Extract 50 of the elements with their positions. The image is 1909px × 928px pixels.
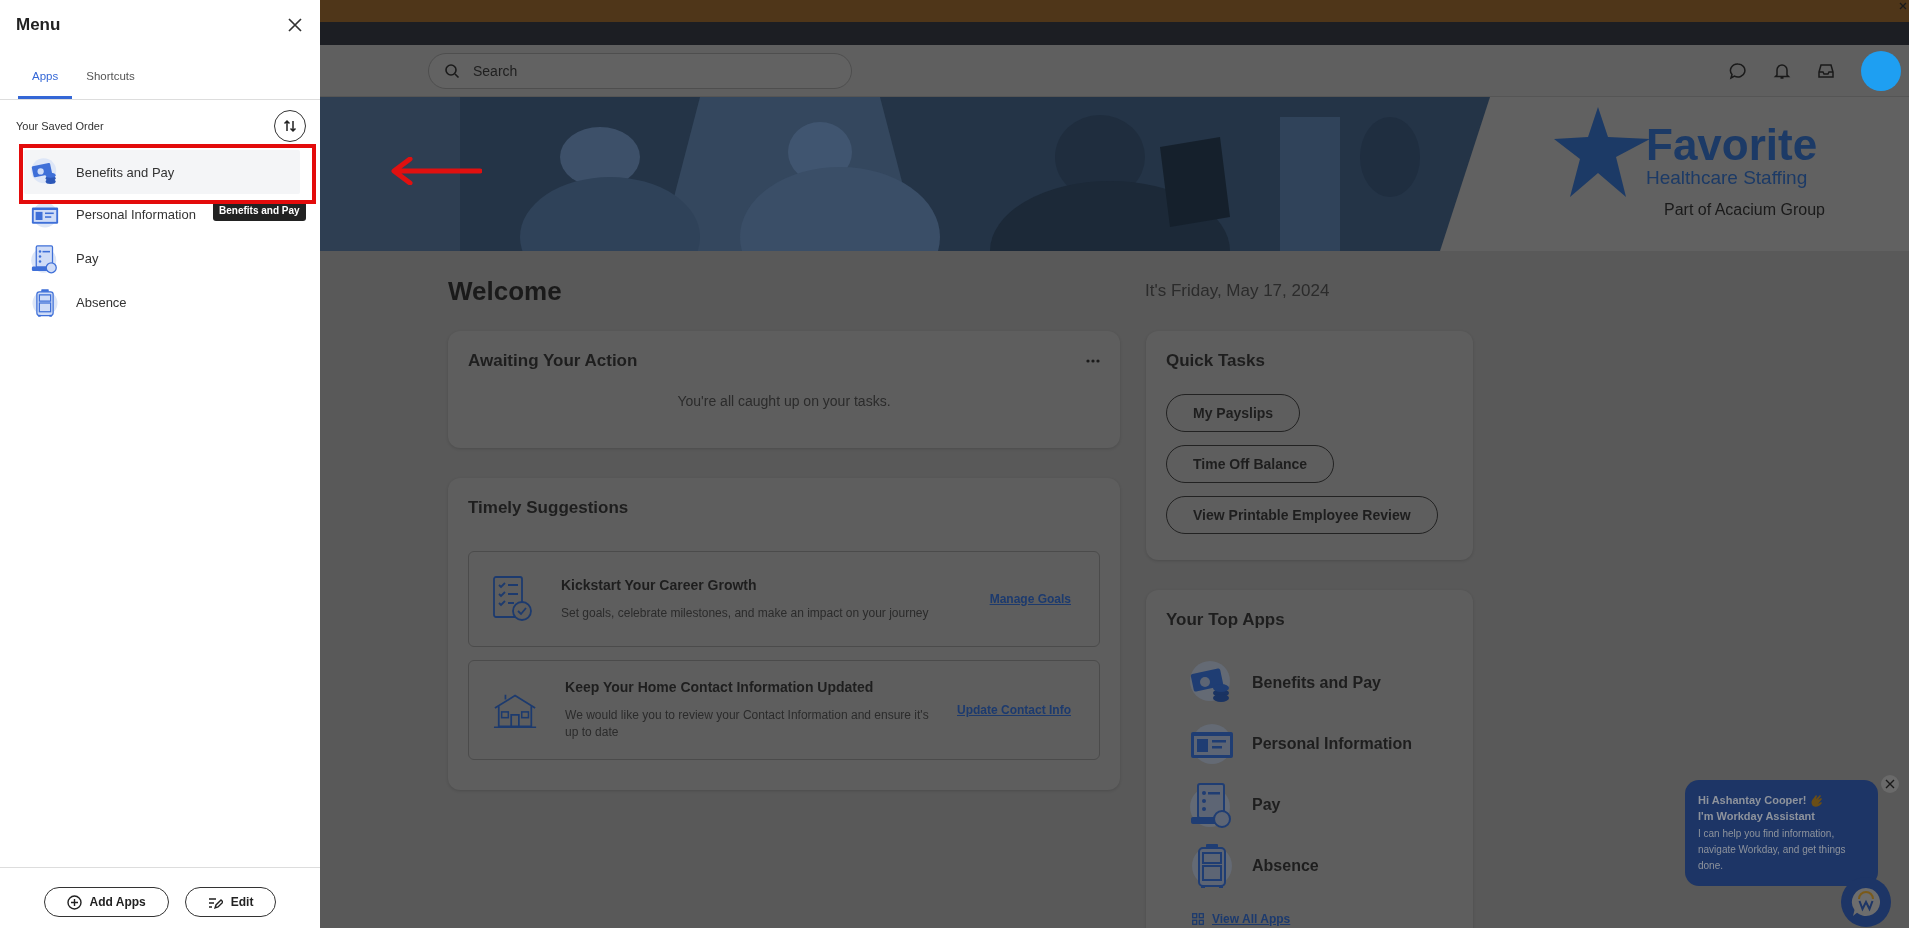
receipt-coin-icon [30, 243, 60, 274]
sort-button[interactable] [274, 110, 306, 142]
close-icon[interactable] [1899, 2, 1907, 10]
add-icon [66, 894, 82, 910]
app-link[interactable]: Pay [1252, 795, 1281, 814]
section-label: Your Saved Order [16, 120, 104, 132]
checklist-icon [493, 576, 533, 622]
card-title: Awaiting Your Action [468, 351, 638, 371]
logo-tagline: Healthcare Staffing [1646, 167, 1809, 189]
card-title: Your Top Apps [1166, 610, 1286, 630]
search-icon [444, 62, 460, 79]
suggestion-title: Keep Your Home Contact Information Updated [565, 679, 875, 695]
card-title: Quick Tasks [1166, 351, 1265, 371]
footer-button[interactable]: Add Apps [43, 887, 169, 917]
app-link[interactable]: Benefits and Pay [1252, 673, 1381, 692]
logo-subtitle: Part of Acacium Group [1664, 201, 1825, 219]
suitcase-icon [30, 287, 60, 318]
menu-title: Menu [16, 15, 61, 35]
search-field[interactable]: Search [428, 52, 852, 89]
close-button[interactable] [286, 16, 304, 34]
suggestion-link[interactable]: Update Contact Info [957, 703, 1071, 717]
menu-item[interactable]: Pay [24, 243, 300, 274]
suggestion-title: Kickstart Your Career Growth [561, 576, 758, 593]
greeting-text: Hi Ashantay Cooper! [1698, 793, 1807, 808]
close-icon [1885, 779, 1895, 789]
app-link[interactable]: Personal Information [1252, 734, 1413, 753]
grid-icon [1192, 913, 1204, 925]
assistant-button[interactable] [1841, 877, 1891, 927]
chat-logo-icon [1851, 887, 1881, 917]
inbox-icon[interactable] [1817, 61, 1835, 80]
welcome-heading: Welcome [448, 275, 563, 307]
menu-item[interactable]: Benefits and Pay [24, 150, 300, 194]
logo-name: Favorite [1646, 123, 1818, 167]
footer-button[interactable]: Edit [184, 887, 277, 917]
app-link[interactable]: Absence [1252, 856, 1319, 875]
card-title: Timely Suggestions [468, 498, 630, 518]
waving-hand-icon [1810, 793, 1825, 807]
tab[interactable]: Apps [18, 58, 73, 99]
close-icon [288, 18, 302, 32]
suggestion-link[interactable]: Manage Goals [989, 592, 1071, 606]
avatar[interactable] [1861, 50, 1901, 91]
bell-icon[interactable] [1773, 61, 1791, 80]
menu-item[interactable]: Absence [24, 287, 300, 318]
assistant-text: I can help you find information, navigate Workday, and get things done. [1698, 827, 1847, 873]
view-all-link[interactable]: View All Apps [1212, 912, 1291, 926]
tab[interactable]: Shortcuts [72, 58, 149, 99]
sort-icon [283, 119, 297, 133]
assistant-name: I'm Workday Assistant [1698, 809, 1815, 824]
more-icon[interactable] [1086, 359, 1100, 363]
chat-icon[interactable] [1729, 61, 1747, 80]
